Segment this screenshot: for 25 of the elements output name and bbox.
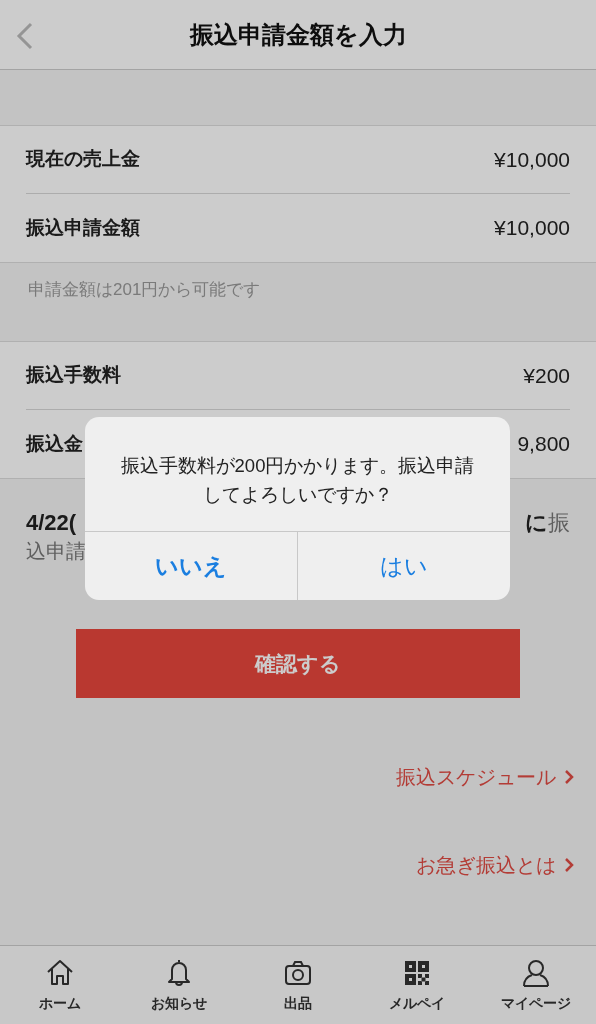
row-label: 振込金 bbox=[26, 431, 83, 456]
note-text: 申請金額は201円から可能です bbox=[28, 280, 261, 299]
row-value: 9,800 bbox=[517, 431, 570, 458]
back-icon[interactable] bbox=[16, 22, 34, 50]
info-text: 4/22( bbox=[26, 509, 78, 537]
dialog-message: 振込手数料が200円かかります。振込申請してよろしいですか？ bbox=[120, 455, 475, 505]
dialog-button[interactable]: はい bbox=[297, 532, 510, 600]
row-value: ¥10,000 bbox=[494, 146, 570, 173]
row-label: 振込手数料 bbox=[26, 363, 121, 388]
tab-item[interactable]: 出品 bbox=[238, 946, 358, 1024]
chevron-icon bbox=[564, 857, 574, 873]
row-value: ¥200 bbox=[523, 362, 570, 389]
row-label: 振込申請金額 bbox=[26, 215, 140, 240]
confirm-button[interactable]: 確認する bbox=[76, 629, 520, 698]
page-title: 振込申請金額を入力 bbox=[189, 19, 407, 50]
row-label: 現在の売上金 bbox=[26, 147, 140, 172]
info-text: 込申請 bbox=[26, 539, 86, 564]
tab-item[interactable]: ホーム bbox=[0, 946, 120, 1024]
tab-item[interactable]: お知らせ bbox=[119, 946, 239, 1024]
dialog-button[interactable]: いいえ bbox=[85, 532, 297, 600]
row-value: ¥10,000 bbox=[494, 215, 570, 242]
info-text: に振 bbox=[525, 509, 570, 537]
tab-item[interactable]: メルペイ bbox=[357, 946, 477, 1024]
chevron-icon bbox=[564, 769, 574, 785]
tab-item[interactable]: マイページ bbox=[476, 946, 596, 1024]
